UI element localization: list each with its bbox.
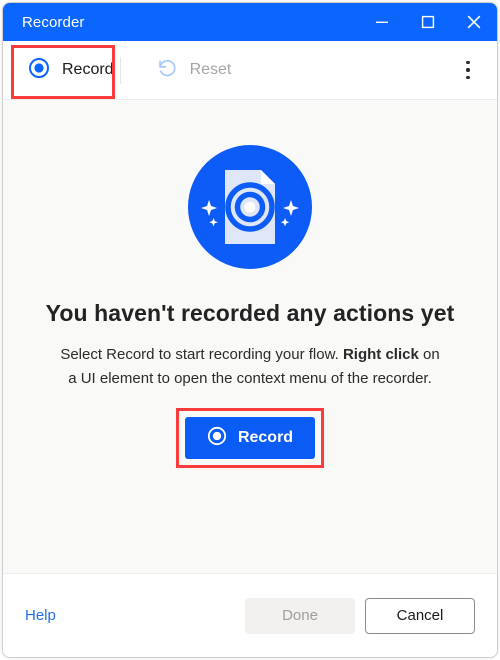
done-button[interactable]: Done [245,597,355,634]
record-button[interactable]: Record [185,417,315,459]
reset-undo-icon [156,57,178,84]
minimize-icon [376,21,388,23]
record-button-label: Record [237,429,294,446]
footer-actions: Done Cancel [245,597,475,634]
help-link[interactable]: Help [25,607,56,624]
toolbar-reset-button[interactable]: Reset [142,49,246,91]
menu-dot [466,60,470,65]
maximize-icon [421,15,435,29]
close-icon [467,15,481,29]
minimize-button[interactable] [359,3,405,41]
document-record-illustration [188,145,312,274]
record-button-container: Record [176,408,324,468]
toolbar: Record Reset [3,41,497,100]
description-line-3: menu of the recorder. [289,370,432,387]
description-line-1: Select Record to start recording your fl… [60,346,339,363]
menu-dot [466,75,470,80]
toolbar-record-button[interactable]: Record [14,49,128,91]
title-bar: Recorder [3,3,497,41]
record-circle-icon [207,426,227,451]
toolbar-record-label: Record [62,61,114,78]
maximize-button[interactable] [405,3,451,41]
window-title: Recorder [22,13,85,31]
footer: Help Done Cancel [3,573,497,657]
toolbar-divider [120,57,121,84]
page-title: You haven't recorded any actions yet [45,300,455,326]
toolbar-reset-label: Reset [189,61,232,78]
description-strong: Right click [342,346,419,363]
empty-state-content: You haven't recorded any actions yet Sel… [3,100,497,573]
record-circle-icon [28,57,50,84]
menu-dot [466,68,470,72]
close-button[interactable] [451,3,497,41]
recorder-window: Recorder Record Reset You haven't record… [2,2,498,658]
more-vertical-icon[interactable] [455,53,481,87]
empty-state-description: Select Record to start recording your fl… [60,343,440,391]
window-controls [359,3,497,41]
cancel-button[interactable]: Cancel [365,597,475,634]
